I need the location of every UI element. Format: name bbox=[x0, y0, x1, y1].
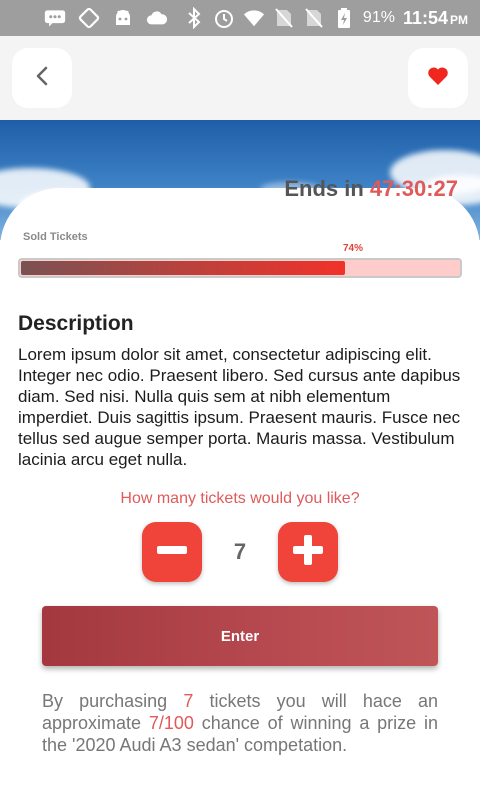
description-title: Description bbox=[18, 312, 134, 335]
enter-button[interactable]: Enter bbox=[42, 606, 438, 666]
countdown-value: 47:30:27 bbox=[369, 176, 458, 201]
sold-progress-fill bbox=[21, 261, 346, 275]
back-button[interactable] bbox=[12, 48, 72, 108]
ticket-question: How many tickets would you like? bbox=[120, 490, 360, 507]
clock-ampm: PM bbox=[450, 12, 468, 27]
ends-label: Ends in bbox=[284, 176, 364, 201]
android-icon bbox=[112, 7, 134, 29]
wifi-icon bbox=[243, 7, 265, 29]
purchase-count: 7 bbox=[183, 691, 194, 711]
sold-progress-bar bbox=[18, 258, 462, 278]
chat-icon bbox=[44, 7, 66, 29]
purchase-text-1: By purchasing bbox=[42, 691, 184, 711]
minus-icon bbox=[155, 533, 189, 572]
sold-tickets-label: Sold Tickets bbox=[23, 231, 88, 243]
top-bar bbox=[0, 36, 480, 120]
battery-percent: 91% bbox=[362, 9, 395, 26]
details-card: Ends in 47:30:27 Sold Tickets 74% Descri… bbox=[0, 176, 480, 800]
heart-icon bbox=[427, 66, 449, 91]
clock: 11:54 PM bbox=[403, 8, 468, 29]
ticket-quantity: 7 bbox=[233, 539, 247, 564]
purchase-chance: 7/100 bbox=[148, 713, 194, 733]
bluetooth-icon bbox=[183, 7, 205, 29]
status-bar: 91% 11:54 PM bbox=[0, 0, 480, 36]
no-sim-icon bbox=[273, 7, 295, 29]
description-text: Lorem ipsum dolor sit amet, consectetur … bbox=[18, 345, 461, 469]
no-sim-icon bbox=[303, 7, 325, 29]
clock-time: 11:54 bbox=[402, 7, 448, 28]
sold-percent: 74% bbox=[343, 243, 364, 254]
alarm-icon bbox=[213, 7, 235, 29]
battery-charging-icon bbox=[333, 7, 355, 29]
countdown: Ends in 47:30:27 bbox=[284, 176, 458, 202]
chevron-left-icon bbox=[34, 65, 50, 92]
rotate-icon bbox=[78, 7, 100, 29]
purchase-info: By purchasing 7 tickets you will hace an… bbox=[42, 690, 438, 756]
plus-icon bbox=[291, 533, 325, 572]
increment-button[interactable] bbox=[278, 522, 338, 582]
quantity-stepper: 7 bbox=[142, 522, 338, 582]
cloud-icon bbox=[146, 7, 168, 29]
decrement-button[interactable] bbox=[142, 522, 202, 582]
favorite-button[interactable] bbox=[408, 48, 468, 108]
